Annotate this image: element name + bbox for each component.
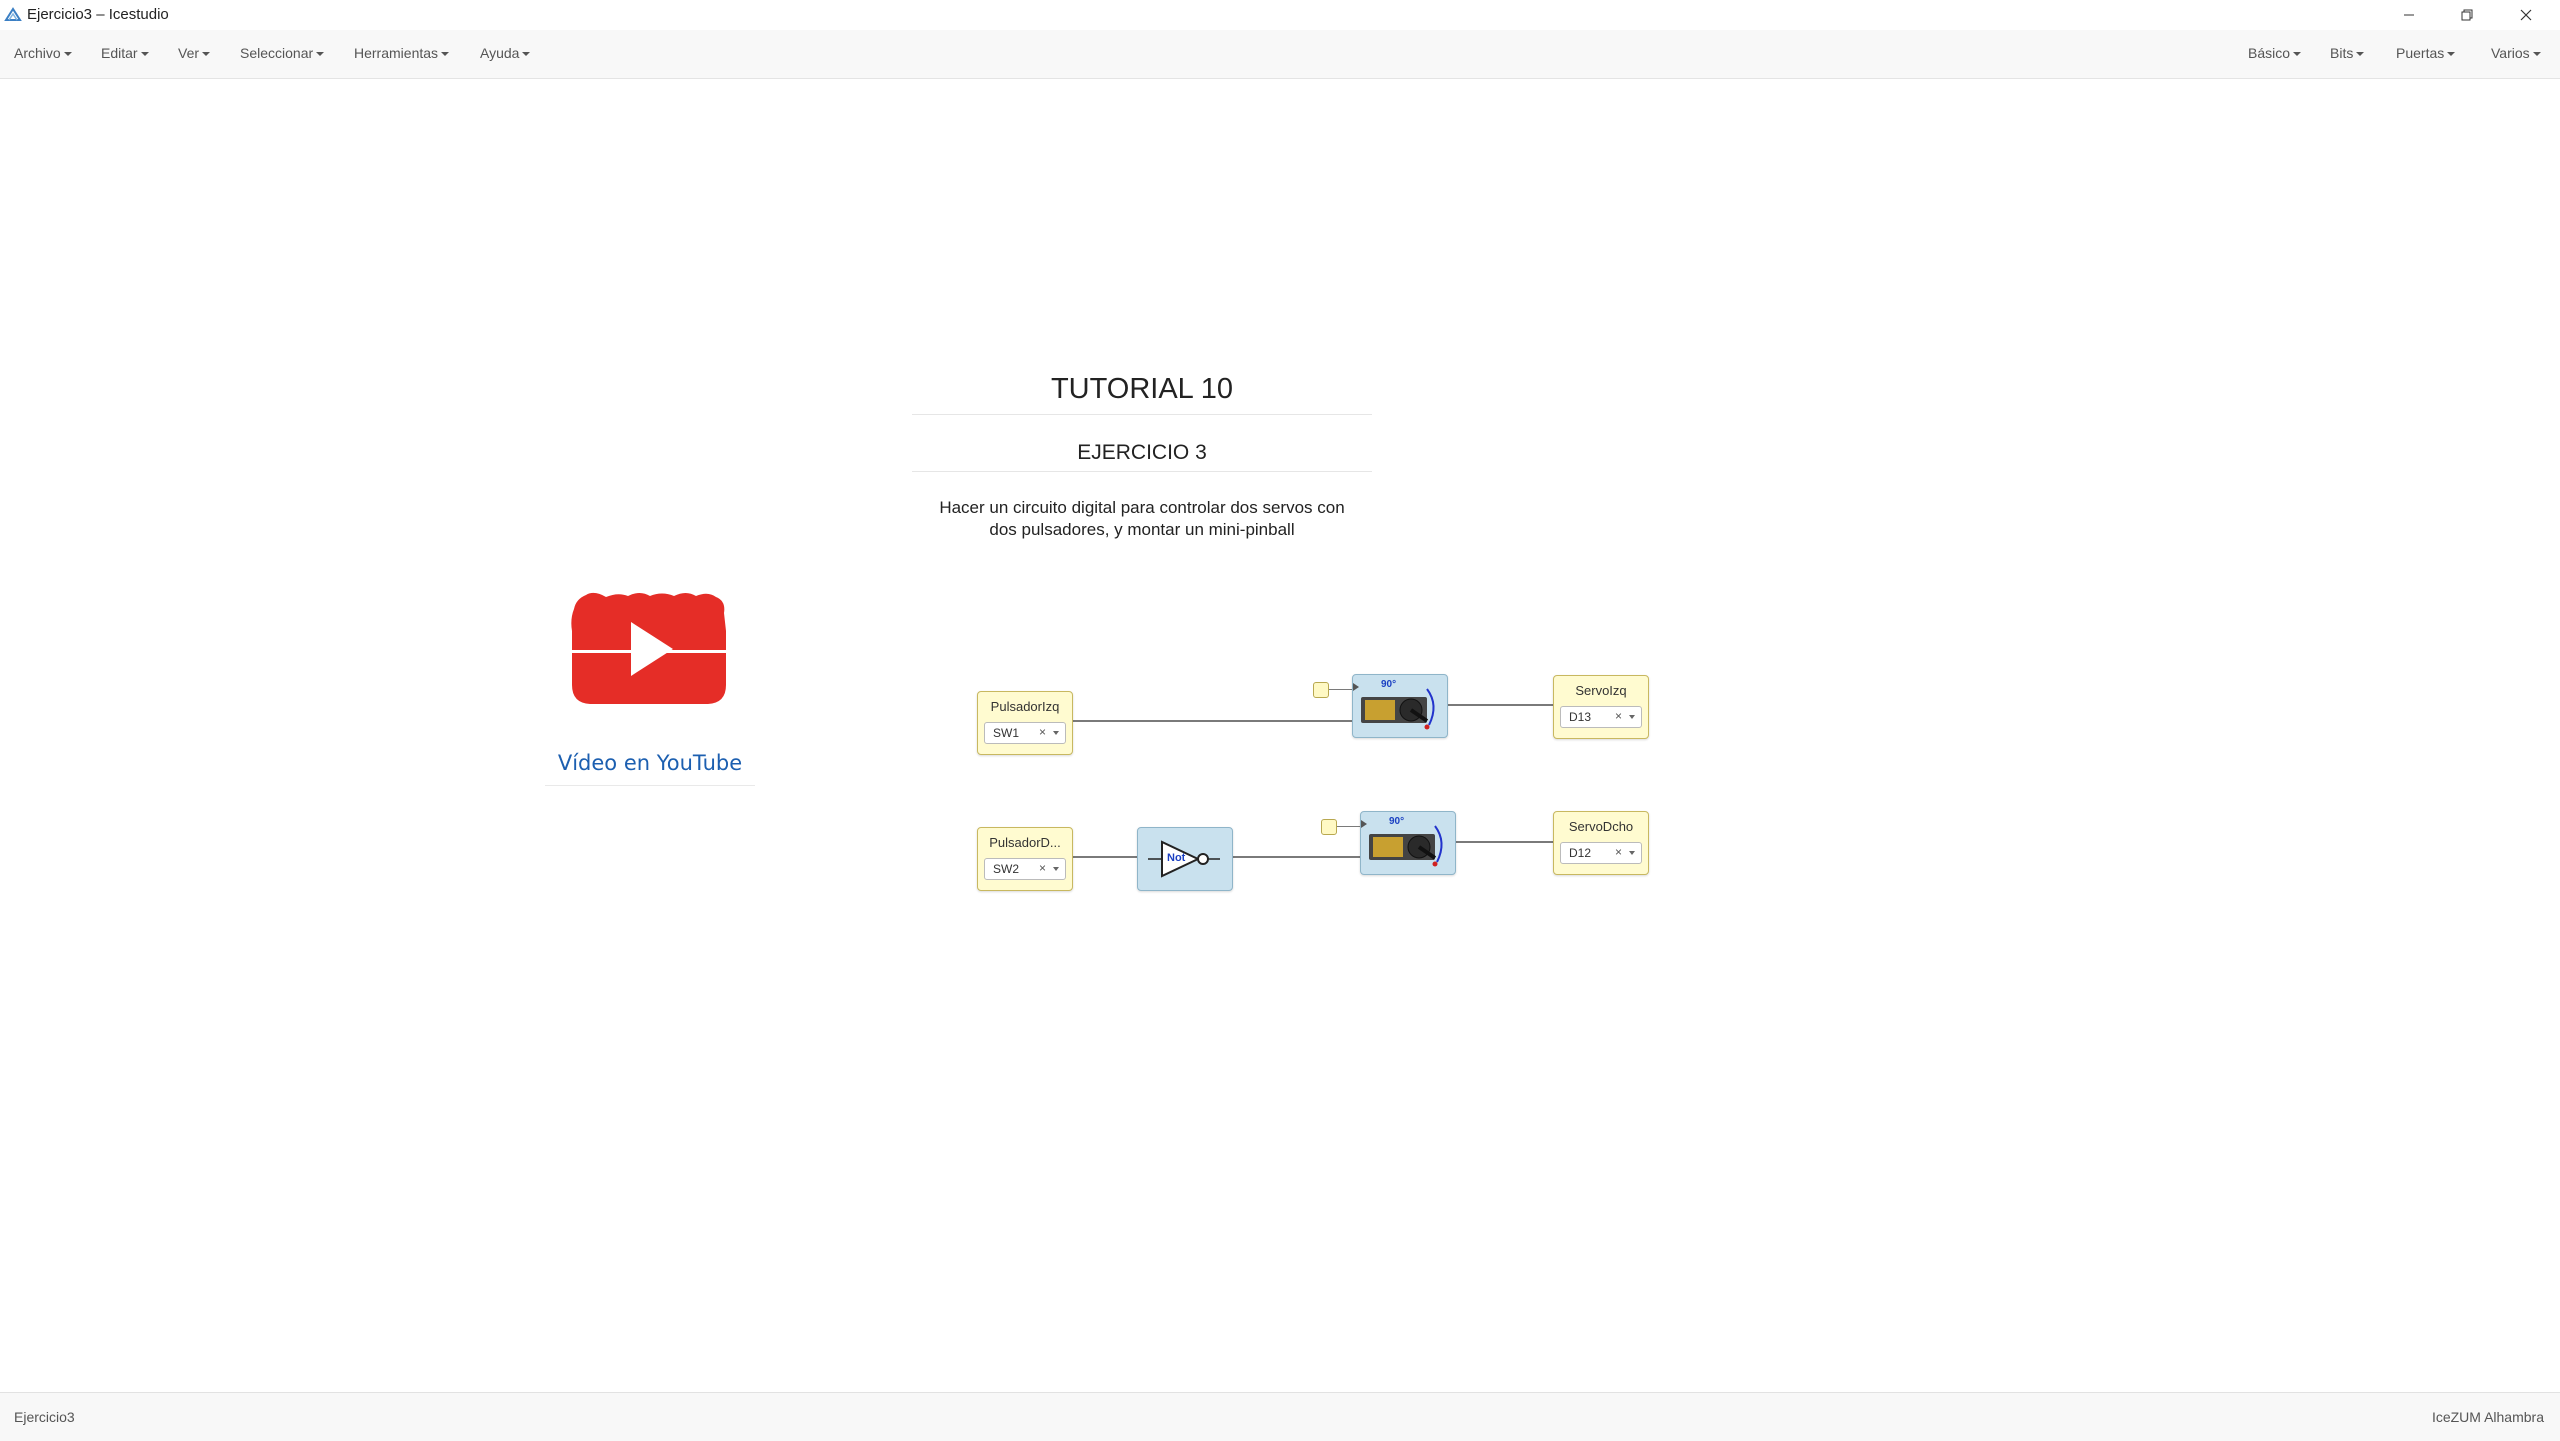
caret-down-icon [2356,52,2365,57]
menu-ayuda[interactable]: Ayuda [480,45,531,61]
chevron-down-icon [1629,715,1635,719]
servo-angle-label: 90° [1381,679,1397,690]
window-title: Ejercicio3 – Icestudio [27,6,169,23]
title-divider [912,414,1372,415]
exercise-description: Hacer un circuito digital para controlar… [939,498,1345,539]
icestudio-logo-icon [4,7,22,21]
menu-herramientas[interactable]: Herramientas [354,45,450,61]
wire-sw2-not[interactable] [1072,856,1138,858]
youtube-video-link[interactable]: Vídeo en YouTube [540,751,760,775]
menu-puertas[interactable]: Puertas [2396,45,2456,61]
caret-down-icon [2447,52,2456,57]
output-block-servodcho[interactable]: ServoDcho D12 × [1553,811,1649,875]
link-divider [545,785,755,786]
wire-led-servo2[interactable] [1335,826,1361,827]
close-button[interactable] [2497,0,2555,30]
block-label: PulsadorD... [989,835,1061,850]
restore-button[interactable] [2438,0,2496,30]
servo-icon [1361,820,1443,867]
block-label: ServoIzq [1575,683,1627,698]
wire-not-servo[interactable] [1232,856,1361,858]
minimize-icon [2404,14,2414,16]
caret-down-icon [2532,52,2541,57]
caret-down-icon [140,52,149,57]
not-gate-block[interactable]: Not [1137,827,1233,891]
design-canvas[interactable]: TUTORIAL 10 EJERCICIO 3 Hacer un circuit… [0,79,2560,1392]
chevron-down-icon [1053,867,1059,871]
title-bar: Ejercicio3 – Icestudio [0,0,2560,30]
youtube-logo-icon[interactable] [570,591,728,707]
block-label: ServoDcho [1568,819,1634,834]
pin-select-d12[interactable]: D12 × [1560,842,1642,864]
clear-icon[interactable]: × [1615,845,1622,859]
menu-bar: Archivo Editar Ver Seleccionar Herramien… [0,30,2560,79]
wire-led-servo1[interactable] [1327,689,1353,690]
restore-icon [2461,9,2473,21]
caret-down-icon [2293,52,2302,57]
pin-select-d13[interactable]: D13 × [1560,706,1642,728]
wire-sw1-servo[interactable] [1072,720,1353,722]
input-block-pulsadordcho[interactable]: PulsadorD... SW2 × [977,827,1073,891]
menu-archivo[interactable]: Archivo [14,45,72,61]
input-block-pulsadorizq[interactable]: PulsadorIzq SW1 × [977,691,1073,755]
caret-down-icon [202,52,211,57]
caret-down-icon [63,52,72,57]
menu-editar[interactable]: Editar [101,45,149,61]
servo-icon [1353,683,1435,730]
chevron-down-icon [1629,851,1635,855]
clear-icon[interactable]: × [1615,709,1622,723]
pin-select-sw1[interactable]: SW1 × [984,722,1066,744]
chevron-down-icon [1053,731,1059,735]
caret-down-icon [441,52,450,57]
gate-label: Not [1167,852,1186,864]
status-bar: Ejercicio3 IceZUM Alhambra [0,1392,2560,1441]
exercise-subtitle: EJERCICIO 3 [1077,441,1207,464]
menu-varios[interactable]: Varios [2491,45,2541,61]
menu-seleccionar[interactable]: Seleccionar [240,45,325,61]
tutorial-title: TUTORIAL 10 [1050,373,1234,405]
clear-icon[interactable]: × [1039,861,1046,875]
servo-block-2[interactable]: 90° [1360,811,1456,875]
clear-icon[interactable]: × [1039,725,1046,739]
block-label: PulsadorIzq [990,699,1060,714]
servo-block-1[interactable]: 90° [1352,674,1448,738]
servo1-enable-port[interactable] [1313,682,1329,698]
wire-servo-d12[interactable] [1455,841,1553,843]
close-icon [2520,9,2532,21]
subtitle-divider [912,471,1372,472]
wire-servo-d13[interactable] [1447,704,1553,706]
caret-down-icon [316,52,325,57]
board-name[interactable]: IceZUM Alhambra [2432,1409,2544,1425]
output-block-servoizq[interactable]: ServoIzq D13 × [1553,675,1649,739]
caret-down-icon [522,52,531,57]
servo-angle-label: 90° [1389,816,1405,827]
servo2-enable-port[interactable] [1321,819,1337,835]
project-name: Ejercicio3 [14,1409,75,1425]
pin-select-sw2[interactable]: SW2 × [984,858,1066,880]
menu-bits[interactable]: Bits [2330,45,2365,61]
minimize-button[interactable] [2380,0,2438,30]
menu-ver[interactable]: Ver [178,45,211,61]
menu-basico[interactable]: Básico [2248,45,2302,61]
